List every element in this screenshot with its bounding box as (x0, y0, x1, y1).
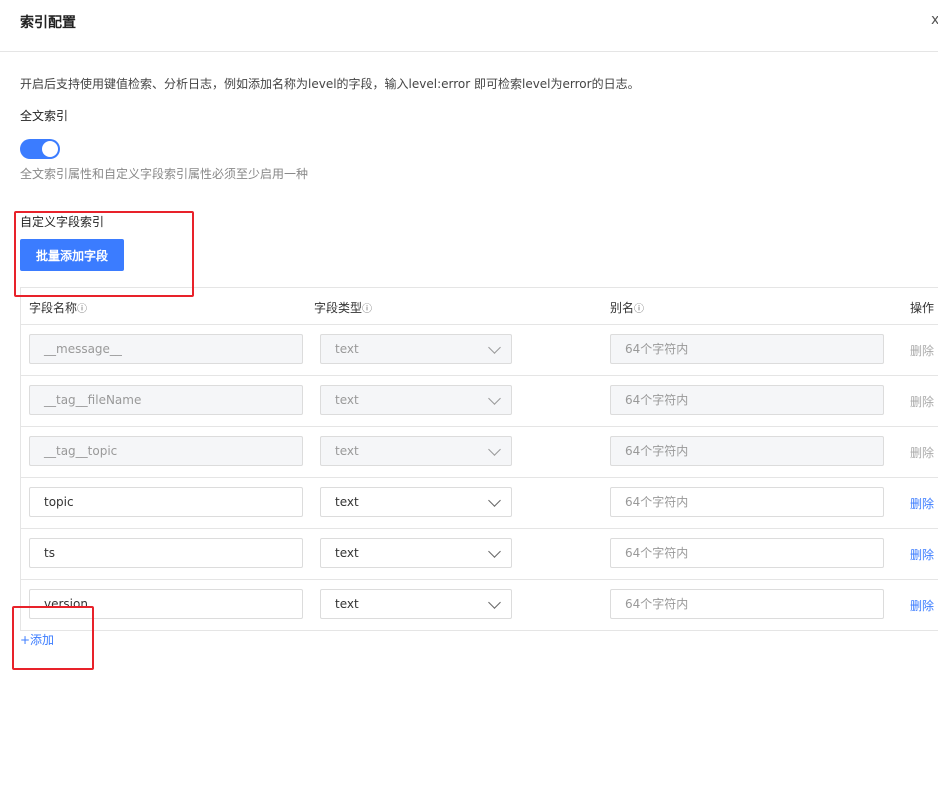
close-icon[interactable]: x (931, 12, 938, 28)
annotation-box (14, 211, 194, 297)
alias-input: 64个字符内 (610, 436, 884, 466)
field-type-select: text (320, 334, 512, 364)
column-header-alias-label: 别名 (610, 301, 635, 315)
field-type-value: text (335, 393, 359, 407)
field-type-value: text (335, 495, 359, 509)
chevron-down-icon (488, 596, 501, 609)
table-body: __message__ text 64个字符内 删除 __tag__fileName te… (21, 325, 938, 631)
table-row: version text 64个字符内 删除 (21, 580, 938, 631)
column-header-type: 字段类型ⓘ (314, 299, 372, 316)
field-type-select[interactable]: text (320, 538, 512, 568)
table-row: __tag__topic text 64个字符内 删除 (21, 427, 938, 478)
field-name-input: __tag__topic (29, 436, 303, 466)
table-row: topic text 64个字符内 删除 (21, 478, 938, 529)
column-header-name: 字段名称ⓘ (29, 299, 87, 316)
alias-input: 64个字符内 (610, 385, 884, 415)
alias-input[interactable]: 64个字符内 (610, 487, 884, 517)
info-icon[interactable]: ⓘ (634, 304, 644, 315)
field-type-select[interactable]: text (320, 487, 512, 517)
field-name-input[interactable]: ts (29, 538, 303, 568)
toggle-knob (42, 141, 58, 157)
index-description: 开启后支持使用键值检索、分析日志，例如添加名称为level的字段，输入level… (20, 77, 640, 91)
info-icon[interactable]: ⓘ (77, 304, 87, 315)
alias-placeholder: 64个字符内 (625, 444, 689, 458)
delete-field-link: 删除 (910, 395, 935, 409)
fulltext-index-label: 全文索引 (20, 109, 69, 123)
delete-field-link[interactable]: 删除 (910, 495, 934, 512)
alias-input[interactable]: 64个字符内 (610, 538, 884, 568)
field-type-select: text (320, 436, 512, 466)
alias-placeholder: 64个字符内 (625, 393, 689, 407)
fulltext-index-hint: 全文索引属性和自定义字段索引属性必须至少启用一种 (20, 167, 309, 181)
field-type-select[interactable]: text (320, 589, 512, 619)
field-name-input[interactable]: topic (29, 487, 303, 517)
chevron-down-icon (488, 545, 501, 558)
table-row: __tag__fileName text 64个字符内 删除 (21, 376, 938, 427)
fulltext-index-toggle[interactable] (20, 139, 60, 159)
column-header-name-label: 字段名称 (29, 301, 78, 315)
alias-placeholder: 64个字符内 (625, 495, 689, 509)
chevron-down-icon (488, 443, 501, 456)
field-type-value: text (335, 597, 359, 611)
dialog-header: 索引配置 x (0, 0, 938, 52)
chevron-down-icon (488, 341, 501, 354)
column-header-op: 操作 (910, 301, 935, 315)
alias-input[interactable]: 64个字符内 (610, 589, 884, 619)
info-icon[interactable]: ⓘ (362, 304, 372, 315)
field-name-input: __message__ (29, 334, 303, 364)
field-index-table: 字段名称ⓘ 字段类型ⓘ 别名ⓘ 操作 __message__ text 64个字符内… (20, 287, 938, 631)
chevron-down-icon (488, 494, 501, 507)
delete-field-link: 删除 (910, 446, 935, 460)
alias-placeholder: 64个字符内 (625, 546, 689, 560)
delete-field-link: 删除 (910, 344, 935, 358)
delete-field-link[interactable]: 删除 (910, 546, 934, 563)
field-type-value: text (335, 444, 359, 458)
dialog-title: 索引配置 (20, 15, 76, 31)
column-header-type-label: 字段类型 (314, 301, 363, 315)
annotation-box (12, 606, 94, 670)
chevron-down-icon (488, 392, 501, 405)
alias-placeholder: 64个字符内 (625, 597, 689, 611)
field-type-value: text (335, 342, 359, 356)
alias-input: 64个字符内 (610, 334, 884, 364)
field-type-select: text (320, 385, 512, 415)
table-row: ts text 64个字符内 删除 (21, 529, 938, 580)
column-header-alias: 别名ⓘ (610, 299, 644, 316)
field-type-value: text (335, 546, 359, 560)
delete-field-link[interactable]: 删除 (910, 597, 934, 614)
table-row: __message__ text 64个字符内 删除 (21, 325, 938, 376)
field-name-input: __tag__fileName (29, 385, 303, 415)
alias-placeholder: 64个字符内 (625, 342, 689, 356)
